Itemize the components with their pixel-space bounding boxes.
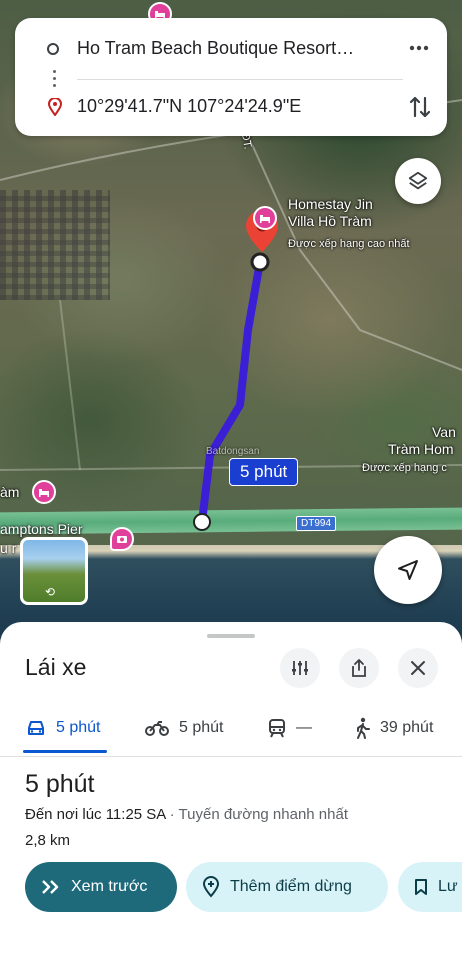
homestay-name-line2: Villa Hồ Tràm (288, 213, 372, 229)
walk-icon (354, 717, 370, 739)
travel-mode-tabs: 5 phút 5 phút — 39 phút (0, 704, 462, 754)
destination-pin-icon (48, 97, 62, 116)
arrival-time: Đến nơi lúc 11:25 SA (25, 806, 166, 823)
right-place-label-2[interactable]: Tràm Hom (388, 441, 454, 458)
more-vert-icon[interactable] (407, 36, 431, 65)
add-stop-button-label: Thêm điểm dừng (230, 878, 352, 895)
motorbike-icon (145, 720, 169, 736)
tab-motorbike-label: 5 phút (179, 719, 224, 736)
left-place-label[interactable]: àm (0, 484, 19, 501)
save-button[interactable]: Lư (398, 862, 462, 912)
homestay-label[interactable]: Homestay Jin Villa Hồ Tràm (288, 196, 373, 230)
tune-icon (292, 661, 308, 675)
tab-walking[interactable]: 39 phút (354, 704, 433, 752)
homestay-rating: Được xếp hạng cao nhất (288, 238, 410, 250)
right-place-rating: Được xếp hạng c (362, 462, 447, 474)
tab-transit[interactable]: — (268, 704, 312, 752)
route-options-button[interactable] (280, 648, 320, 688)
route-summary: Đến nơi lúc 11:25 SA · Tuyến đường nhanh… (25, 806, 348, 823)
tabs-divider (0, 756, 462, 757)
street-view-thumbnail[interactable]: ⟲ (20, 537, 88, 605)
save-button-label: Lư (438, 878, 458, 895)
route-end-marker (250, 252, 270, 272)
rotate-360-icon: ⟲ (45, 585, 56, 599)
close-button[interactable] (398, 648, 438, 688)
layers-icon (408, 171, 428, 190)
swap-vert-icon[interactable] (408, 94, 432, 125)
hotel-poi-icon[interactable] (32, 480, 56, 504)
preview-button-label: Xem trước (71, 878, 148, 895)
bookmark-icon (414, 878, 428, 896)
right-place-label[interactable]: Van (432, 424, 456, 441)
origin-field[interactable]: Ho Tram Beach Boutique Resort… (77, 38, 354, 59)
navigation-arrow-icon (398, 560, 418, 580)
card-divider (77, 79, 403, 80)
preview-button[interactable]: Xem trước (25, 862, 177, 912)
origin-row[interactable]: Ho Tram Beach Boutique Resort… (47, 38, 354, 59)
route-duration: 5 phút (25, 770, 95, 798)
double-chevron-icon (41, 879, 61, 895)
camera-poi-icon[interactable] (110, 527, 134, 551)
hotel-poi-icon[interactable] (253, 206, 277, 230)
tab-driving-label: 5 phút (56, 719, 101, 736)
close-icon (411, 661, 425, 675)
route-distance: 2,8 km (25, 832, 71, 849)
route-note: Tuyến đường nhanh nhất (178, 806, 348, 823)
add-location-icon (202, 876, 220, 898)
my-location-button[interactable] (374, 536, 442, 604)
destination-row[interactable]: 10°29'41.7"N 107°24'24.9"E (48, 96, 301, 117)
route-duration-chip[interactable]: 5 phút (229, 458, 299, 486)
active-tab-indicator (23, 750, 107, 753)
summary-separator: · (165, 806, 179, 823)
transit-icon (268, 718, 286, 738)
directions-card: Ho Tram Beach Boutique Resort… 10°29'41.… (15, 18, 447, 136)
route-dots-icon (53, 70, 57, 91)
route-start-marker (193, 513, 211, 531)
share-button[interactable] (339, 648, 379, 688)
watermark: Batdongsan (206, 446, 260, 457)
add-stop-button[interactable]: Thêm điểm dừng (186, 862, 388, 912)
homestay-name-line1: Homestay Jin (288, 196, 373, 212)
layers-button[interactable] (395, 158, 441, 204)
directions-sheet: Lái xe 5 phút 5 phút — 39 phút 5 phút Đế… (0, 622, 462, 960)
drag-handle[interactable] (207, 634, 255, 638)
car-icon (26, 719, 46, 737)
sheet-title: Lái xe (25, 654, 87, 680)
destination-field[interactable]: 10°29'41.7"N 107°24'24.9"E (77, 96, 301, 117)
tab-transit-label: — (296, 719, 312, 736)
pier-sub-a: u r (0, 540, 17, 556)
share-icon (352, 659, 366, 677)
origin-circle-icon (47, 42, 59, 55)
pier-label[interactable]: amptons Pier (0, 521, 82, 538)
tab-motorbike[interactable]: 5 phút (145, 704, 223, 752)
tab-driving[interactable]: 5 phút (26, 704, 100, 752)
tab-walking-label: 39 phút (380, 719, 434, 736)
road-label: DT994 (296, 516, 337, 531)
